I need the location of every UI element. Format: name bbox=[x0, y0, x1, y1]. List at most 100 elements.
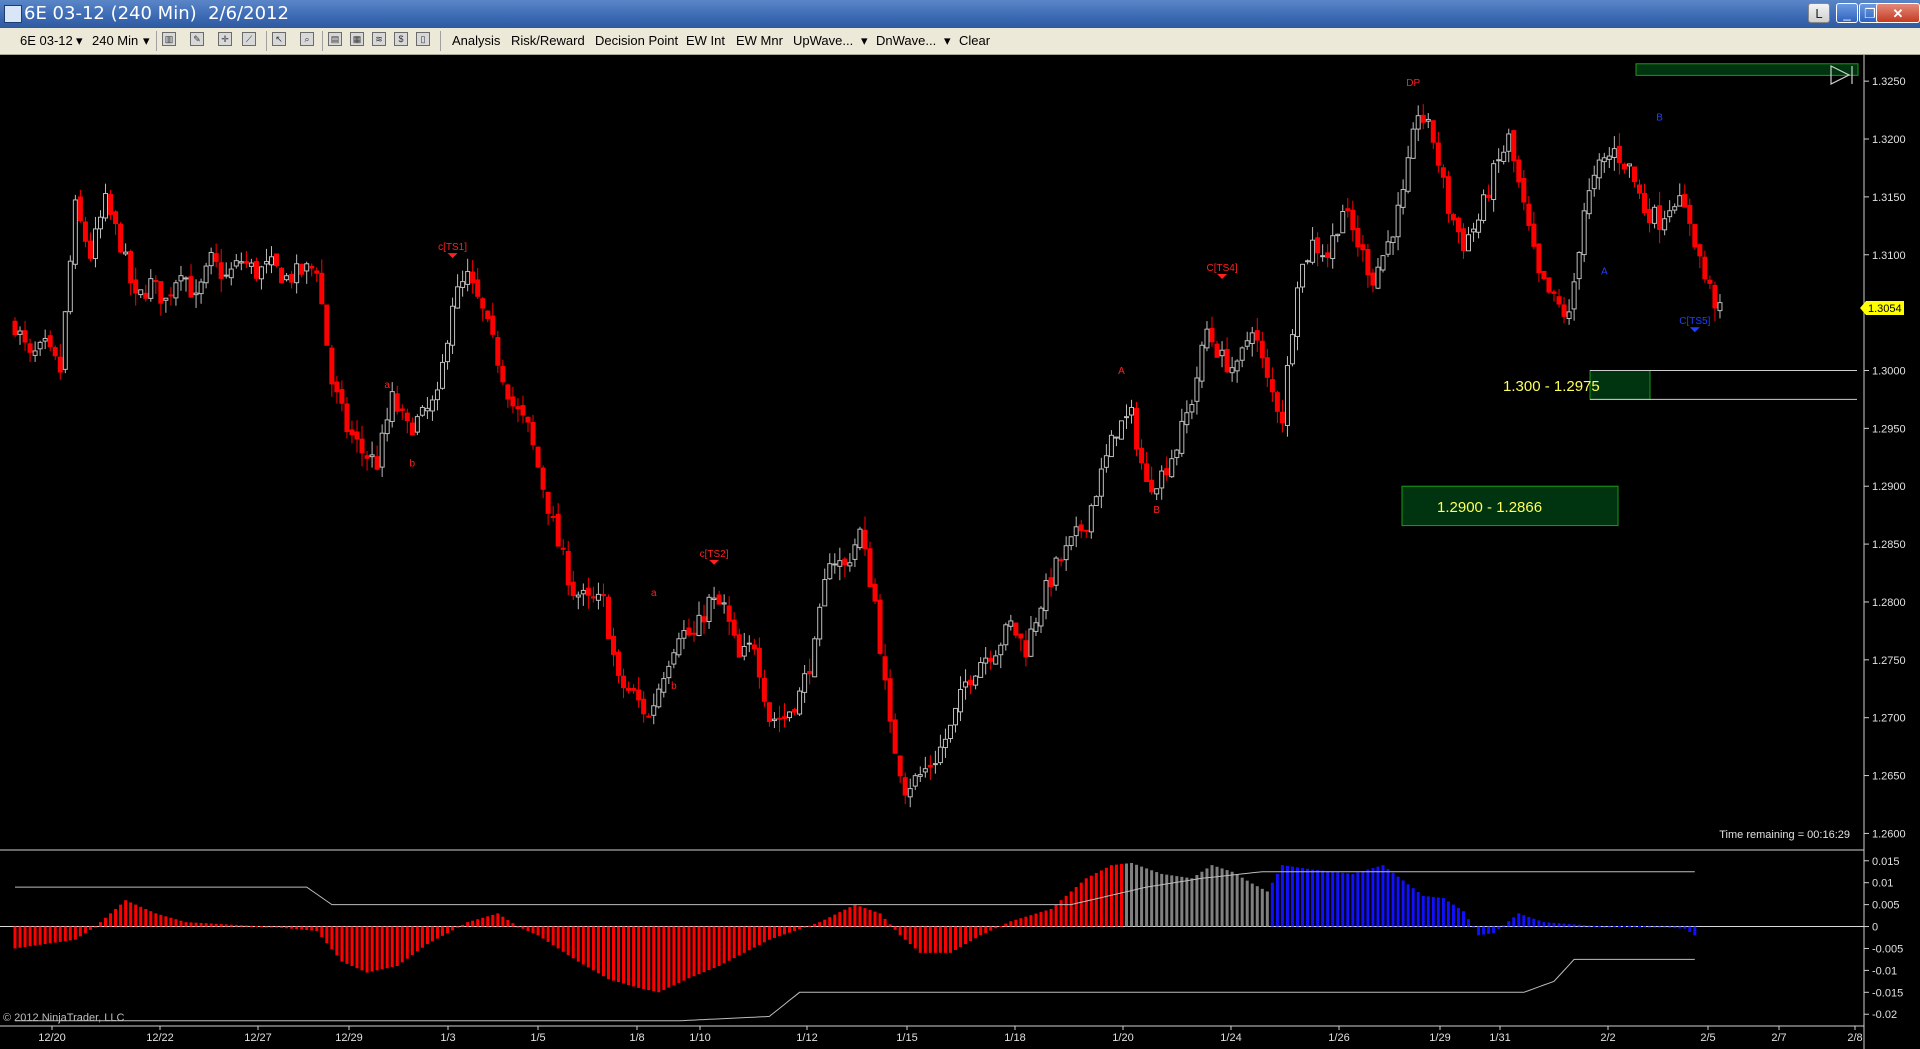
candle bbox=[797, 687, 803, 716]
candle bbox=[1083, 529, 1089, 539]
ruler-icon[interactable]: ⟋ bbox=[242, 32, 256, 46]
histogram-bar bbox=[1431, 896, 1435, 927]
candle-body bbox=[198, 281, 204, 295]
instrument-selector[interactable]: 6E 03-12 bbox=[20, 33, 73, 48]
histogram-bar bbox=[375, 926, 379, 971]
candle-body bbox=[565, 551, 571, 586]
pencil-icon[interactable]: ✎ bbox=[190, 32, 204, 46]
histogram-bar bbox=[350, 926, 354, 966]
candle bbox=[716, 590, 722, 605]
candle-body bbox=[203, 265, 209, 284]
candle-body bbox=[87, 240, 93, 259]
candle bbox=[1657, 191, 1663, 244]
candle bbox=[419, 405, 425, 417]
candle bbox=[424, 397, 430, 420]
candle bbox=[485, 310, 491, 323]
candle bbox=[440, 354, 445, 390]
candle-body bbox=[711, 597, 717, 600]
candle-body bbox=[450, 305, 456, 346]
candle-body bbox=[490, 315, 496, 335]
candle-body bbox=[213, 253, 219, 262]
clear-button[interactable]: Clear bbox=[959, 33, 990, 48]
dnwave-chevron-icon[interactable]: ▾ bbox=[944, 33, 951, 49]
upwave-chevron-icon[interactable]: ▾ bbox=[861, 33, 868, 49]
upwave-button[interactable]: UpWave... bbox=[793, 33, 853, 48]
histogram-bar bbox=[1311, 869, 1315, 927]
candle bbox=[57, 344, 63, 380]
zoom-icon[interactable]: ⌕ bbox=[300, 32, 314, 46]
instrument-chevron-icon[interactable]: ▾ bbox=[76, 33, 83, 49]
ew-mnr-button[interactable]: EW Mnr bbox=[736, 33, 783, 48]
candle-body bbox=[1360, 244, 1366, 251]
histogram-bar bbox=[1125, 863, 1128, 927]
pointer-icon[interactable]: ↖ bbox=[272, 32, 286, 46]
candle bbox=[258, 265, 264, 290]
histogram-bar bbox=[159, 914, 163, 927]
candle bbox=[917, 766, 923, 782]
candle bbox=[1300, 263, 1306, 293]
close-button[interactable]: ✕ bbox=[1876, 3, 1920, 23]
indicators-icon[interactable]: ▦ bbox=[350, 32, 364, 46]
candle-body bbox=[238, 261, 244, 264]
candle-body bbox=[1325, 252, 1331, 258]
candle bbox=[374, 445, 380, 471]
candle-body bbox=[1149, 479, 1155, 493]
histogram-bar bbox=[1321, 870, 1325, 927]
candle-body bbox=[364, 455, 370, 459]
interval-selector[interactable]: 240 Min bbox=[92, 33, 138, 48]
candle bbox=[731, 612, 737, 639]
candle bbox=[1561, 296, 1567, 324]
histogram-bar bbox=[1210, 865, 1214, 927]
histogram-bar bbox=[928, 926, 932, 953]
analysis-button[interactable]: Analysis bbox=[452, 33, 500, 48]
ew-int-button[interactable]: EW Int bbox=[686, 33, 725, 48]
candle bbox=[1581, 202, 1587, 263]
candle bbox=[108, 189, 114, 220]
candle bbox=[1159, 465, 1165, 500]
candle-body bbox=[1350, 209, 1356, 231]
properties-icon[interactable]: ▤ bbox=[328, 32, 342, 46]
histogram-bar bbox=[1296, 867, 1299, 927]
crosshair-icon[interactable]: ✛ bbox=[218, 32, 232, 46]
candle-body bbox=[1652, 206, 1658, 224]
candle-body bbox=[1118, 420, 1124, 440]
candle-body bbox=[168, 294, 174, 297]
strategies-icon[interactable]: ≋ bbox=[372, 32, 386, 46]
candle bbox=[1073, 516, 1079, 548]
candle bbox=[1551, 289, 1557, 302]
risk-reward-button[interactable]: Risk/Reward bbox=[511, 33, 585, 48]
interval-chevron-icon[interactable]: ▾ bbox=[143, 33, 150, 49]
candle-body bbox=[143, 292, 149, 299]
candle bbox=[1108, 430, 1114, 458]
candle bbox=[1033, 617, 1039, 636]
candle-body bbox=[1395, 204, 1401, 238]
candle-body bbox=[696, 614, 702, 637]
candle bbox=[1189, 399, 1195, 420]
candle bbox=[1526, 196, 1532, 231]
bar-type-icon[interactable]: ▥ bbox=[162, 32, 176, 46]
candle bbox=[364, 450, 370, 471]
data-box-icon[interactable]: ▯ bbox=[416, 32, 430, 46]
price-chart[interactable]: 1.300 - 1.2975 1.2900 - 1.2866 c[TS1] c[TS… bbox=[0, 55, 1920, 1049]
candle bbox=[289, 271, 295, 289]
histogram-bar bbox=[1079, 882, 1083, 927]
candle bbox=[1063, 536, 1069, 571]
histogram-bar bbox=[28, 926, 32, 947]
decision-point-button[interactable]: Decision Point bbox=[595, 33, 678, 48]
candle-body bbox=[817, 606, 823, 640]
candle-body bbox=[495, 337, 501, 366]
candle-body bbox=[1455, 217, 1461, 233]
indicator-y-tick-label: 0 bbox=[1872, 922, 1878, 934]
candle bbox=[1405, 145, 1411, 194]
minimize-button[interactable]: _ bbox=[1836, 3, 1858, 23]
candle-body bbox=[1380, 255, 1386, 271]
candle-body bbox=[485, 310, 491, 320]
dollar-icon[interactable]: $ bbox=[394, 32, 408, 46]
l-button[interactable]: L bbox=[1808, 3, 1830, 23]
histogram-bar bbox=[848, 907, 852, 927]
dnwave-button[interactable]: DnWave... bbox=[876, 33, 936, 48]
histogram-bar bbox=[1532, 918, 1536, 927]
histogram-bar bbox=[1200, 871, 1204, 927]
candle bbox=[958, 676, 964, 722]
candle-body bbox=[274, 253, 280, 267]
